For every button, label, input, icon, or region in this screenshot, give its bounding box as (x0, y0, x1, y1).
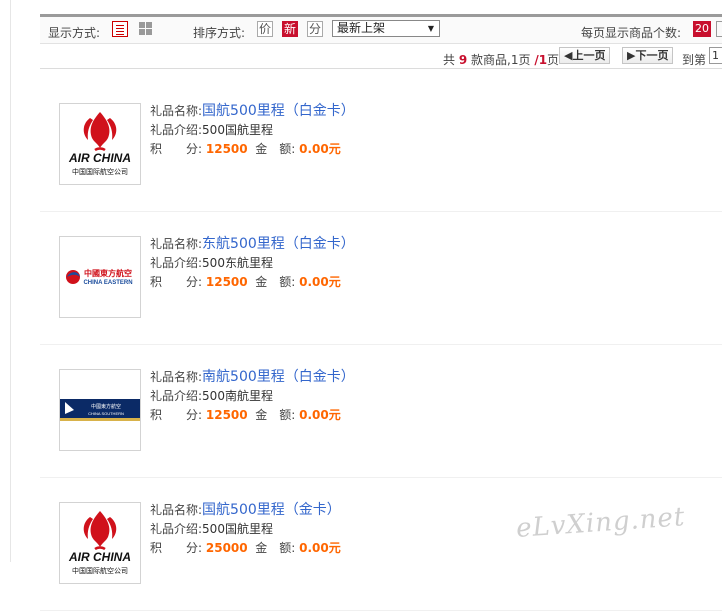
air-china-logo[interactable]: AIR CHINA 中国国际航空公司 (59, 103, 141, 185)
svg-text:中国国际航空公司: 中国国际航空公司 (72, 167, 128, 176)
sort-by-points-button[interactable]: 分 (307, 21, 323, 37)
item-info: 礼品名称:国航500里程（金卡） 礼品介绍:500国航里程 积 分: 25000… (150, 502, 341, 555)
sort-select-value: 最新上架 (337, 21, 386, 35)
per-page-option-20[interactable]: 20 (693, 21, 711, 37)
per-page-label: 每页显示商品个数: (581, 26, 682, 40)
item-info: 礼品名称:南航500里程（白金卡） 礼品介绍:500南航里程 积 分: 1250… (150, 369, 355, 422)
svg-text:CHINA EASTERN: CHINA EASTERN (83, 280, 132, 286)
sort-by-new-button[interactable]: 新 (282, 21, 298, 37)
gift-intro: 500国航里程 (202, 123, 273, 137)
grid-view-icon[interactable] (138, 21, 154, 37)
sort-by-price-button[interactable]: 价 (257, 21, 273, 37)
pagination-bar: 共 9 款商品,1页 /1页 ◀上一页 ▶下一页 到第 1 (40, 44, 722, 69)
list-item: 中國東方航空 CHINA EASTERN 礼品名称:东航500里程（白金卡） 礼… (40, 211, 722, 345)
gift-amount: 0.00元 (299, 142, 341, 156)
display-mode-label: 显示方式: (48, 26, 101, 40)
gift-amount: 0.00元 (299, 541, 341, 555)
gift-name-link[interactable]: 国航500里程（金卡） (202, 502, 341, 518)
gift-intro: 500南航里程 (202, 389, 273, 403)
next-page-button[interactable]: ▶下一页 (622, 47, 674, 64)
list-item: AIR CHINA 中国国际航空公司 礼品名称:国航500里程（金卡） 礼品介绍… (40, 477, 722, 611)
gift-points: 12500 (205, 408, 248, 422)
gift-name-link[interactable]: 南航500里程（白金卡） (202, 369, 355, 385)
list-item: AIR CHINA 中国国际航空公司 礼品名称:国航500里程（白金卡） 礼品介… (40, 78, 722, 212)
prev-page-button[interactable]: ◀上一页 (559, 47, 611, 64)
gift-points: 12500 (205, 275, 248, 289)
gift-amount: 0.00元 (299, 408, 341, 422)
svg-text:中國東方航空: 中國東方航空 (91, 403, 121, 410)
air-china-logo[interactable]: AIR CHINA 中国国际航空公司 (59, 502, 141, 584)
sort-mode-label: 排序方式: (193, 26, 246, 40)
svg-text:AIR CHINA: AIR CHINA (68, 151, 131, 165)
gift-intro: 500东航里程 (202, 256, 273, 270)
item-info: 礼品名称:东航500里程（白金卡） 礼品介绍:500东航里程 积 分: 1250… (150, 236, 355, 289)
dropdown-arrow-icon: ▼ (427, 24, 434, 33)
china-southern-card-logo[interactable]: 中國東方航空 CHINA SOUTHERN (59, 369, 141, 451)
total-count-text: 共 9 款商品,1页 /1页 (443, 53, 560, 67)
gift-amount: 0.00元 (299, 275, 341, 289)
svg-text:中國東方航空: 中國東方航空 (84, 268, 132, 278)
svg-text:中国国际航空公司: 中国国际航空公司 (72, 566, 128, 575)
gift-points: 25000 (205, 541, 248, 555)
goto-page-label: 到第 (682, 53, 707, 67)
gift-points: 12500 (205, 142, 248, 156)
display-toolbar: 显示方式: 排序方式: 价 新 分 最新上架 ▼ 每页显示商品个数: 20 (40, 14, 722, 44)
per-page-option-more[interactable] (716, 21, 722, 37)
sort-select[interactable]: 最新上架 ▼ (332, 20, 440, 37)
gift-intro: 500国航里程 (202, 522, 273, 536)
svg-text:CHINA SOUTHERN: CHINA SOUTHERN (88, 411, 124, 416)
list-item: 中國東方航空 CHINA SOUTHERN 礼品名称:南航500里程（白金卡） … (40, 344, 722, 478)
china-eastern-logo[interactable]: 中國東方航空 CHINA EASTERN (59, 236, 141, 318)
gift-name-link[interactable]: 国航500里程（白金卡） (202, 103, 355, 119)
list-view-icon[interactable] (112, 21, 128, 37)
left-border (10, 0, 11, 562)
item-info: 礼品名称:国航500里程（白金卡） 礼品介绍:500国航里程 积 分: 1250… (150, 103, 355, 156)
gift-name-link[interactable]: 东航500里程（白金卡） (202, 236, 355, 252)
goto-page-input[interactable]: 1 (709, 47, 722, 64)
